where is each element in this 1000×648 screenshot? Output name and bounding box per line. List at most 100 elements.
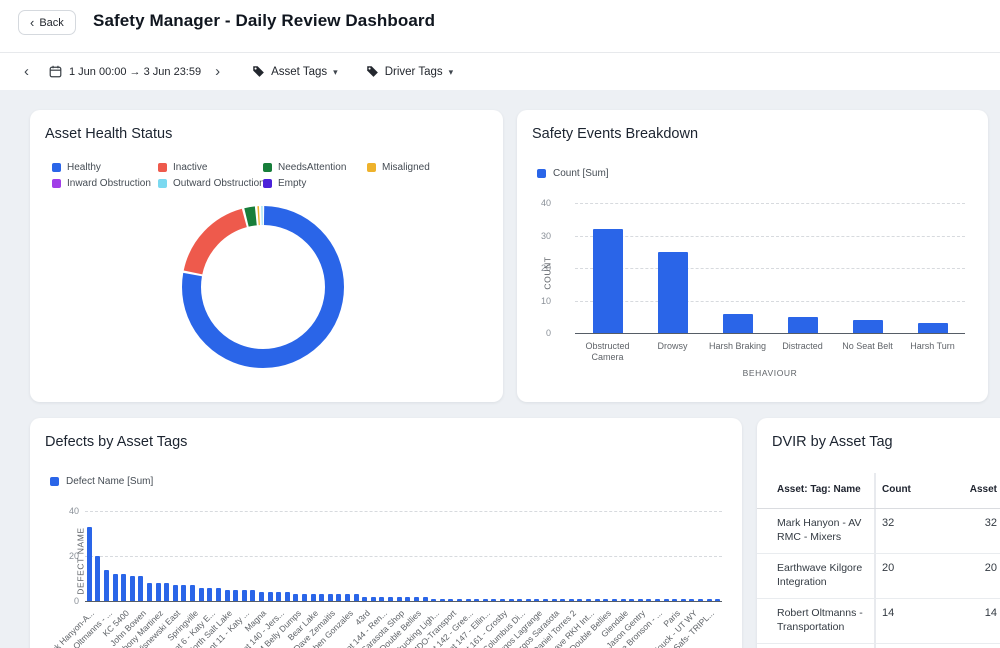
bar[interactable] xyxy=(569,599,574,601)
bar[interactable] xyxy=(276,592,281,601)
bar[interactable] xyxy=(638,599,643,601)
bar[interactable] xyxy=(593,229,623,333)
bar[interactable] xyxy=(448,599,453,601)
column-header-name[interactable]: Asset: Tag: Name xyxy=(777,484,861,495)
bar[interactable] xyxy=(242,590,247,601)
bar[interactable] xyxy=(612,599,617,601)
column-header-count[interactable]: Count xyxy=(882,484,911,495)
bar[interactable] xyxy=(483,599,488,601)
bar[interactable] xyxy=(658,252,688,333)
bar[interactable] xyxy=(457,599,462,601)
asset-tags-filter[interactable]: Asset Tags ▾ xyxy=(252,65,338,78)
bar[interactable] xyxy=(156,583,161,601)
bar[interactable] xyxy=(577,599,582,601)
bar[interactable] xyxy=(311,594,316,601)
bar[interactable] xyxy=(491,599,496,601)
bar[interactable] xyxy=(138,576,143,601)
bar[interactable] xyxy=(362,597,367,602)
legend-item-outward-obstruction[interactable]: Outward Obstruction xyxy=(158,178,263,189)
bar[interactable] xyxy=(216,588,221,602)
bar[interactable] xyxy=(552,599,557,601)
bar[interactable] xyxy=(526,599,531,601)
bar[interactable] xyxy=(345,594,350,601)
bar[interactable] xyxy=(113,574,118,601)
bar[interactable] xyxy=(414,597,419,602)
legend-item-healthy[interactable]: Healthy xyxy=(52,162,158,173)
bar[interactable] xyxy=(560,599,565,601)
legend-item-empty[interactable]: Empty xyxy=(263,178,367,189)
bar[interactable] xyxy=(918,323,948,333)
bar[interactable] xyxy=(534,599,539,601)
bar[interactable] xyxy=(603,599,608,601)
bar[interactable] xyxy=(130,576,135,601)
bar[interactable] xyxy=(302,594,307,601)
legend-item-inactive[interactable]: Inactive xyxy=(158,162,263,173)
table-row[interactable]: Earthwave Kilgore Integration2020 xyxy=(757,554,1000,599)
bar[interactable] xyxy=(723,314,753,334)
bar[interactable] xyxy=(173,585,178,601)
date-prev-button[interactable]: ‹ xyxy=(20,64,33,79)
bar[interactable] xyxy=(629,599,634,601)
bar[interactable] xyxy=(474,599,479,601)
legend-item-misaligned[interactable]: Misaligned xyxy=(367,162,430,173)
bar[interactable] xyxy=(621,599,626,601)
bar[interactable] xyxy=(586,599,591,601)
page-title: Safety Manager - Daily Review Dashboard xyxy=(93,11,435,31)
bar[interactable] xyxy=(853,320,883,333)
legend-item-inward-obstruction[interactable]: Inward Obstruction xyxy=(52,178,158,189)
bar[interactable] xyxy=(164,583,169,601)
bar[interactable] xyxy=(646,599,651,601)
bar[interactable] xyxy=(655,599,660,601)
bar[interactable] xyxy=(543,599,548,601)
bar[interactable] xyxy=(190,585,195,601)
bar[interactable] xyxy=(405,597,410,602)
bar[interactable] xyxy=(268,592,273,601)
bar[interactable] xyxy=(698,599,703,601)
bar[interactable] xyxy=(431,599,436,601)
date-range[interactable]: 1 Jun 00:00 → 3 Jun 23:59 xyxy=(69,66,201,78)
bar[interactable] xyxy=(500,599,505,601)
bar[interactable] xyxy=(95,556,100,601)
table-row[interactable]: Mark Hanyon - AV RMC - Mixers3232 xyxy=(757,509,1000,554)
bar[interactable] xyxy=(259,592,264,601)
column-header-asset[interactable]: Asset xyxy=(937,484,997,495)
bar[interactable] xyxy=(225,590,230,601)
bar[interactable] xyxy=(233,590,238,601)
bar[interactable] xyxy=(336,594,341,601)
bar[interactable] xyxy=(388,597,393,602)
bar[interactable] xyxy=(371,597,376,602)
bar[interactable] xyxy=(293,594,298,601)
bar[interactable] xyxy=(285,592,290,601)
bar[interactable] xyxy=(517,599,522,601)
bar[interactable] xyxy=(664,599,669,601)
bar[interactable] xyxy=(397,597,402,602)
bar[interactable] xyxy=(199,588,204,602)
back-button[interactable]: ‹ Back xyxy=(18,10,76,35)
date-next-button[interactable]: › xyxy=(211,64,224,79)
bar[interactable] xyxy=(423,597,428,602)
driver-tags-filter[interactable]: Driver Tags ▾ xyxy=(366,65,453,78)
bar[interactable] xyxy=(595,599,600,601)
bar[interactable] xyxy=(672,599,677,601)
bar[interactable] xyxy=(379,597,384,602)
bar[interactable] xyxy=(715,599,720,601)
bar[interactable] xyxy=(681,599,686,601)
bar[interactable] xyxy=(328,594,333,601)
bar[interactable] xyxy=(440,599,445,601)
bar[interactable] xyxy=(181,585,186,601)
bar[interactable] xyxy=(104,570,109,602)
bar[interactable] xyxy=(707,599,712,601)
bar[interactable] xyxy=(509,599,514,601)
bar[interactable] xyxy=(689,599,694,601)
bar[interactable] xyxy=(319,594,324,601)
legend-item-needsattention[interactable]: NeedsAttention xyxy=(263,162,367,173)
bar[interactable] xyxy=(466,599,471,601)
bar[interactable] xyxy=(354,594,359,601)
bar[interactable] xyxy=(788,317,818,333)
bar[interactable] xyxy=(121,574,126,601)
table-row[interactable]: Robert Oltmanns - Transportation1414 xyxy=(757,599,1000,644)
bar[interactable] xyxy=(207,588,212,602)
bar[interactable] xyxy=(87,527,92,601)
bar[interactable] xyxy=(147,583,152,601)
bar[interactable] xyxy=(250,590,255,601)
